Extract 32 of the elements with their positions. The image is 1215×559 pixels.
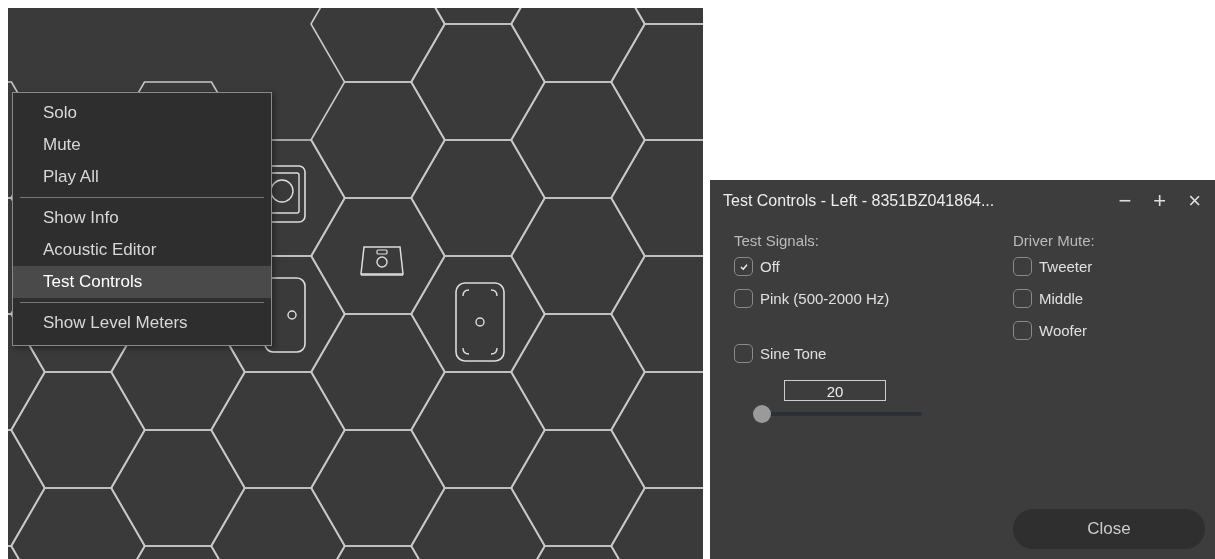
frequency-slider[interactable] xyxy=(754,405,922,423)
slider-thumb[interactable] xyxy=(753,405,771,423)
checkbox-label: Tweeter xyxy=(1039,258,1093,275)
close-button[interactable]: Close xyxy=(1013,509,1205,549)
checkbox[interactable] xyxy=(1013,289,1032,308)
window-title: Test Controls - Left - 8351BZ041864... xyxy=(723,192,995,210)
speaker-icon[interactable] xyxy=(358,244,406,278)
checkbox[interactable] xyxy=(1013,257,1032,276)
menu-item[interactable]: Solo xyxy=(13,97,271,129)
menu-item[interactable]: Acoustic Editor xyxy=(13,234,271,266)
checkbox-label: Pink (500-2000 Hz) xyxy=(760,290,890,307)
check-icon xyxy=(738,261,749,272)
section-heading: Driver Mute: xyxy=(1013,232,1095,249)
menu-item[interactable]: Mute xyxy=(13,129,271,161)
checkbox[interactable] xyxy=(734,289,753,308)
frequency-field[interactable]: 20 xyxy=(784,380,886,401)
checkbox-label: Sine Tone xyxy=(760,345,827,362)
window-control-button[interactable]: + xyxy=(1147,189,1173,213)
menu-item[interactable]: Play All xyxy=(13,161,271,193)
menu-item[interactable]: Test Controls xyxy=(13,266,271,298)
checkbox-label: Middle xyxy=(1039,290,1084,307)
window-control-button[interactable]: − xyxy=(1112,189,1138,213)
menu-item[interactable]: Show Info xyxy=(13,202,271,234)
window-control-button[interactable]: × xyxy=(1182,189,1207,213)
checkbox[interactable] xyxy=(734,257,753,276)
menu-item[interactable]: Show Level Meters xyxy=(13,307,271,339)
checkbox-label: Woofer xyxy=(1039,322,1088,339)
checkbox-label: Off xyxy=(760,258,780,275)
speaker-icon[interactable] xyxy=(453,280,507,364)
checkbox[interactable] xyxy=(734,344,753,363)
section-heading: Test Signals: xyxy=(734,232,821,249)
checkbox[interactable] xyxy=(1013,321,1032,340)
